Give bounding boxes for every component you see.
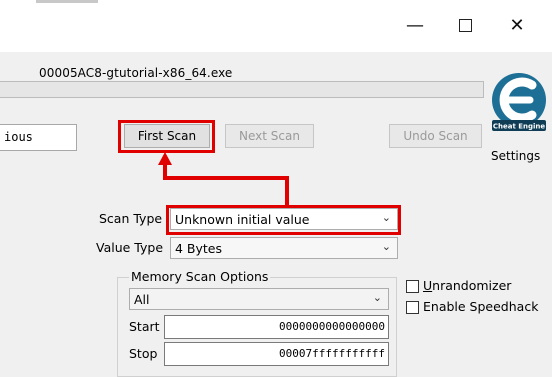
arrow-up-icon (158, 152, 172, 165)
scan-type-label: Scan Type (99, 211, 163, 226)
list-item[interactable]: ious (4, 130, 33, 144)
start-address-input[interactable]: 0000000000000000 (164, 315, 389, 339)
value-type-value: 4 Bytes (175, 241, 223, 256)
value-type-label: Value Type (96, 240, 164, 255)
chevron-down-icon: ⌄ (381, 240, 391, 253)
stop-address-input[interactable]: 00007fffffffffff (164, 342, 389, 366)
start-label: Start (129, 319, 160, 334)
enable-speedhack-checkbox[interactable] (406, 301, 419, 314)
stop-label: Stop (129, 346, 158, 361)
next-scan-button[interactable]: Next Scan (225, 124, 314, 148)
value-type-select[interactable]: 4 Bytes ⌄ (170, 237, 398, 259)
memory-scan-options-title: Memory Scan Options (129, 269, 271, 284)
settings-link[interactable]: Settings (491, 149, 540, 163)
title-bar-fragment (36, 0, 98, 3)
memory-region-value: All (134, 292, 150, 307)
maximize-icon[interactable] (442, 8, 488, 44)
logo-text: Cheat Engine (493, 123, 546, 131)
cheat-engine-logo[interactable]: Cheat Engine (488, 70, 550, 134)
chevron-down-icon: ⌄ (372, 291, 382, 304)
minimize-icon[interactable]: — (392, 8, 438, 44)
unrandomizer-label[interactable]: Unrandomizer (423, 278, 511, 293)
enable-speedhack-label[interactable]: Enable Speedhack (423, 299, 538, 314)
unrandomizer-checkbox[interactable] (406, 280, 419, 293)
scan-type-highlight (166, 205, 401, 235)
process-name: 00005AC8-gtutorial-x86_64.exe (39, 66, 233, 80)
first-scan-highlight (118, 120, 215, 153)
undo-scan-button[interactable]: Undo Scan (389, 124, 482, 148)
memory-region-select[interactable]: All ⌄ (129, 288, 389, 310)
close-icon[interactable]: ✕ (494, 8, 540, 44)
scan-progress-bar (0, 81, 484, 98)
